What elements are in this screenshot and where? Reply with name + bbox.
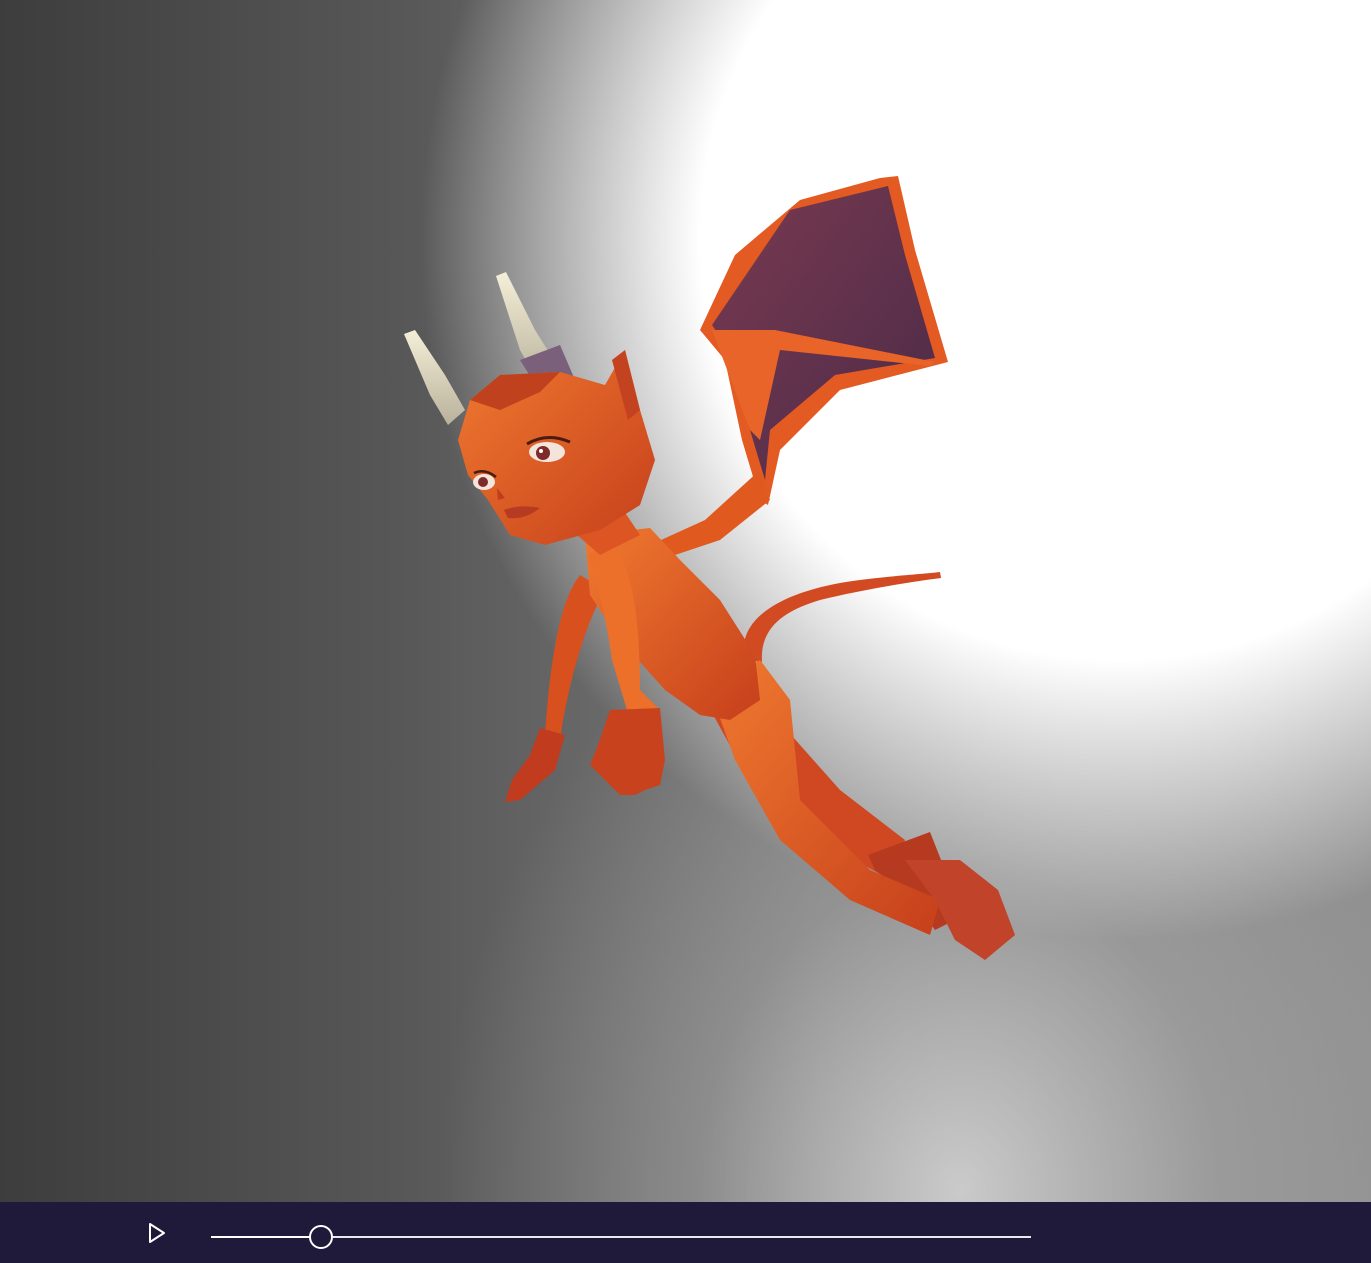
- timeline-progress: [211, 1236, 321, 1238]
- front-hand: [590, 708, 665, 795]
- play-button[interactable]: [140, 1216, 174, 1250]
- model-viewport[interactable]: [0, 0, 1371, 1202]
- timeline-slider[interactable]: [211, 1225, 1031, 1249]
- devil-character-model: [404, 176, 1015, 960]
- play-icon: [149, 1223, 165, 1243]
- left-horn: [404, 330, 465, 425]
- timeline-thumb[interactable]: [308, 1225, 333, 1249]
- playback-control-bar: [0, 1202, 1371, 1263]
- back-hand: [505, 728, 565, 802]
- wing: [650, 176, 948, 560]
- tail: [743, 572, 941, 662]
